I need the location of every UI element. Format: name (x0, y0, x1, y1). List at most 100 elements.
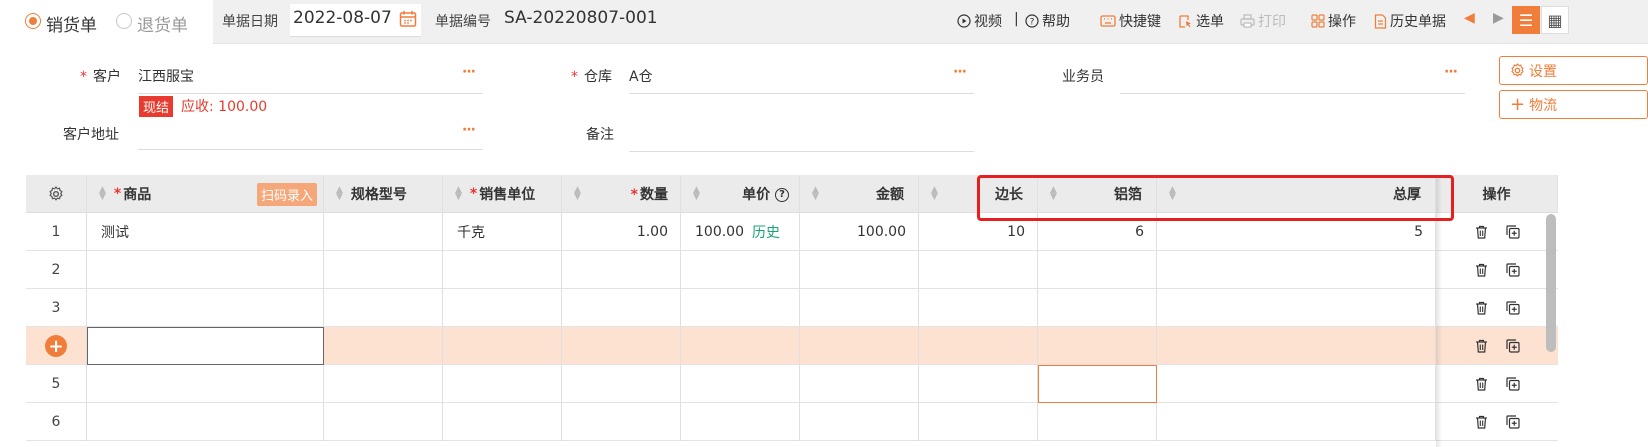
help-button[interactable]: ? 帮助 (1025, 11, 1070, 31)
cell-price[interactable] (681, 327, 800, 365)
cell-edge[interactable] (919, 289, 1038, 327)
shortcut-button[interactable]: 快捷键 (1100, 11, 1161, 31)
cell-price[interactable] (681, 251, 800, 289)
column-unit[interactable]: ▲ ▼ * 销售单位 (443, 175, 562, 213)
copy-icon[interactable] (1505, 225, 1520, 239)
copy-icon[interactable] (1505, 377, 1520, 391)
column-product[interactable]: ▲ ▼ * 商品 扫码录入 (87, 175, 324, 213)
trash-icon[interactable] (1475, 339, 1488, 353)
warehouse-more-icon[interactable]: ··· (953, 64, 967, 80)
cell-qty[interactable] (562, 327, 681, 365)
cell-foil[interactable] (1038, 251, 1157, 289)
print-button[interactable]: 打印 (1240, 11, 1286, 31)
cell-spec[interactable] (324, 403, 443, 441)
cell-unit[interactable] (443, 403, 562, 441)
cell-thickness[interactable] (1157, 289, 1436, 327)
cell-foil[interactable] (1038, 327, 1157, 365)
sort-icon[interactable]: ▲ ▼ (812, 186, 819, 202)
previous-arrow-icon[interactable]: ◀ (1464, 10, 1475, 26)
cell-spec[interactable] (324, 251, 443, 289)
trash-icon[interactable] (1475, 301, 1488, 315)
column-settings-cell[interactable] (26, 175, 87, 213)
cell-product[interactable]: 测试 (87, 213, 324, 251)
scan-entry-button[interactable]: 扫码录入 (256, 182, 317, 206)
cell-qty[interactable] (562, 289, 681, 327)
cell-spec[interactable] (324, 213, 443, 251)
cell-edge[interactable] (919, 251, 1038, 289)
active-product-input[interactable] (87, 327, 324, 365)
select-button[interactable]: 选单 (1178, 11, 1224, 31)
cell-spec[interactable] (324, 289, 443, 327)
next-arrow-icon[interactable]: ▶ (1493, 10, 1504, 26)
trash-icon[interactable] (1475, 263, 1488, 277)
salesman-more-icon[interactable]: ··· (1444, 64, 1458, 80)
cell-foil[interactable] (1038, 289, 1157, 327)
tab-return-order[interactable]: 退货单 (137, 11, 188, 36)
cell-spec[interactable] (324, 365, 443, 403)
column-price[interactable]: ▲ ▼ 单价 ? (681, 175, 800, 213)
cell-foil[interactable] (1038, 403, 1157, 441)
sort-icon[interactable]: ▲ ▼ (99, 186, 106, 202)
cell-qty[interactable] (562, 403, 681, 441)
cell-thickness[interactable] (1157, 403, 1436, 441)
column-amount[interactable]: ▲ ▼ 金额 (800, 175, 919, 213)
cell-amount[interactable] (800, 365, 919, 403)
cell-edge[interactable] (919, 365, 1038, 403)
trash-icon[interactable] (1475, 377, 1488, 391)
cell-qty[interactable] (562, 251, 681, 289)
sort-icon[interactable]: ▲ ▼ (931, 186, 938, 202)
cell-price[interactable]: 100.00 历史 (681, 213, 800, 251)
cell-spec[interactable] (324, 327, 443, 365)
cell-amount[interactable]: 100.00 (800, 213, 919, 251)
cell-product[interactable] (87, 403, 324, 441)
sort-icon[interactable]: ▲ ▼ (336, 186, 343, 202)
cell-qty[interactable] (562, 365, 681, 403)
cell-product[interactable] (87, 365, 324, 403)
cell-amount[interactable] (800, 327, 919, 365)
trash-icon[interactable] (1475, 415, 1488, 429)
price-history-link[interactable]: 历史 (752, 222, 780, 242)
cell-unit[interactable] (443, 251, 562, 289)
date-value[interactable]: 2022-08-07 (293, 8, 392, 28)
customer-field[interactable]: 江西服宝 (138, 66, 194, 86)
sort-icon[interactable]: ▲ ▼ (693, 186, 700, 202)
cell-price[interactable] (681, 365, 800, 403)
copy-icon[interactable] (1505, 263, 1520, 277)
cell-unit[interactable]: 千克 (443, 213, 562, 251)
table-row[interactable]: 3 (26, 289, 1558, 327)
history-button[interactable]: 历史单据 (1374, 11, 1446, 31)
trash-icon[interactable] (1475, 225, 1488, 239)
cell-unit[interactable] (443, 289, 562, 327)
settings-button[interactable]: 设置 (1499, 56, 1648, 85)
tab-sales-order[interactable]: 销货单 (46, 11, 97, 36)
video-button[interactable]: 视频 (957, 11, 1002, 31)
cell-amount[interactable] (800, 403, 919, 441)
column-spec[interactable]: ▲ ▼ 规格型号 (324, 175, 443, 213)
cell-edge[interactable] (919, 327, 1038, 365)
card-view-icon[interactable]: ▦ (1541, 6, 1569, 34)
logistics-button[interactable]: + 物流 (1499, 90, 1648, 119)
row-number[interactable]: + (26, 327, 87, 365)
return-order-radio[interactable] (116, 13, 132, 29)
cell-product[interactable] (87, 251, 324, 289)
cell-edge[interactable] (919, 403, 1038, 441)
date-field[interactable]: 2022-08-07 (290, 4, 421, 37)
cell-thickness[interactable] (1157, 365, 1436, 403)
cell-price[interactable] (681, 289, 800, 327)
cell-amount[interactable] (800, 251, 919, 289)
sort-icon[interactable]: ▲ ▼ (455, 186, 462, 202)
address-more-icon[interactable]: ··· (462, 122, 476, 138)
cell-qty[interactable]: 1.00 (562, 213, 681, 251)
copy-icon[interactable] (1505, 339, 1520, 353)
gear-icon[interactable] (48, 186, 64, 202)
calendar-icon[interactable] (399, 10, 417, 28)
column-qty[interactable]: ▲ ▼ * 数量 (562, 175, 681, 213)
copy-icon[interactable] (1505, 301, 1520, 315)
sort-icon[interactable]: ▲ ▼ (574, 186, 581, 202)
add-row-icon[interactable]: + (45, 335, 67, 357)
cell-amount[interactable] (800, 289, 919, 327)
cell-unit[interactable] (443, 327, 562, 365)
copy-icon[interactable] (1505, 415, 1520, 429)
table-row[interactable]: 6 (26, 403, 1558, 441)
table-row[interactable]: 5 (26, 365, 1558, 403)
